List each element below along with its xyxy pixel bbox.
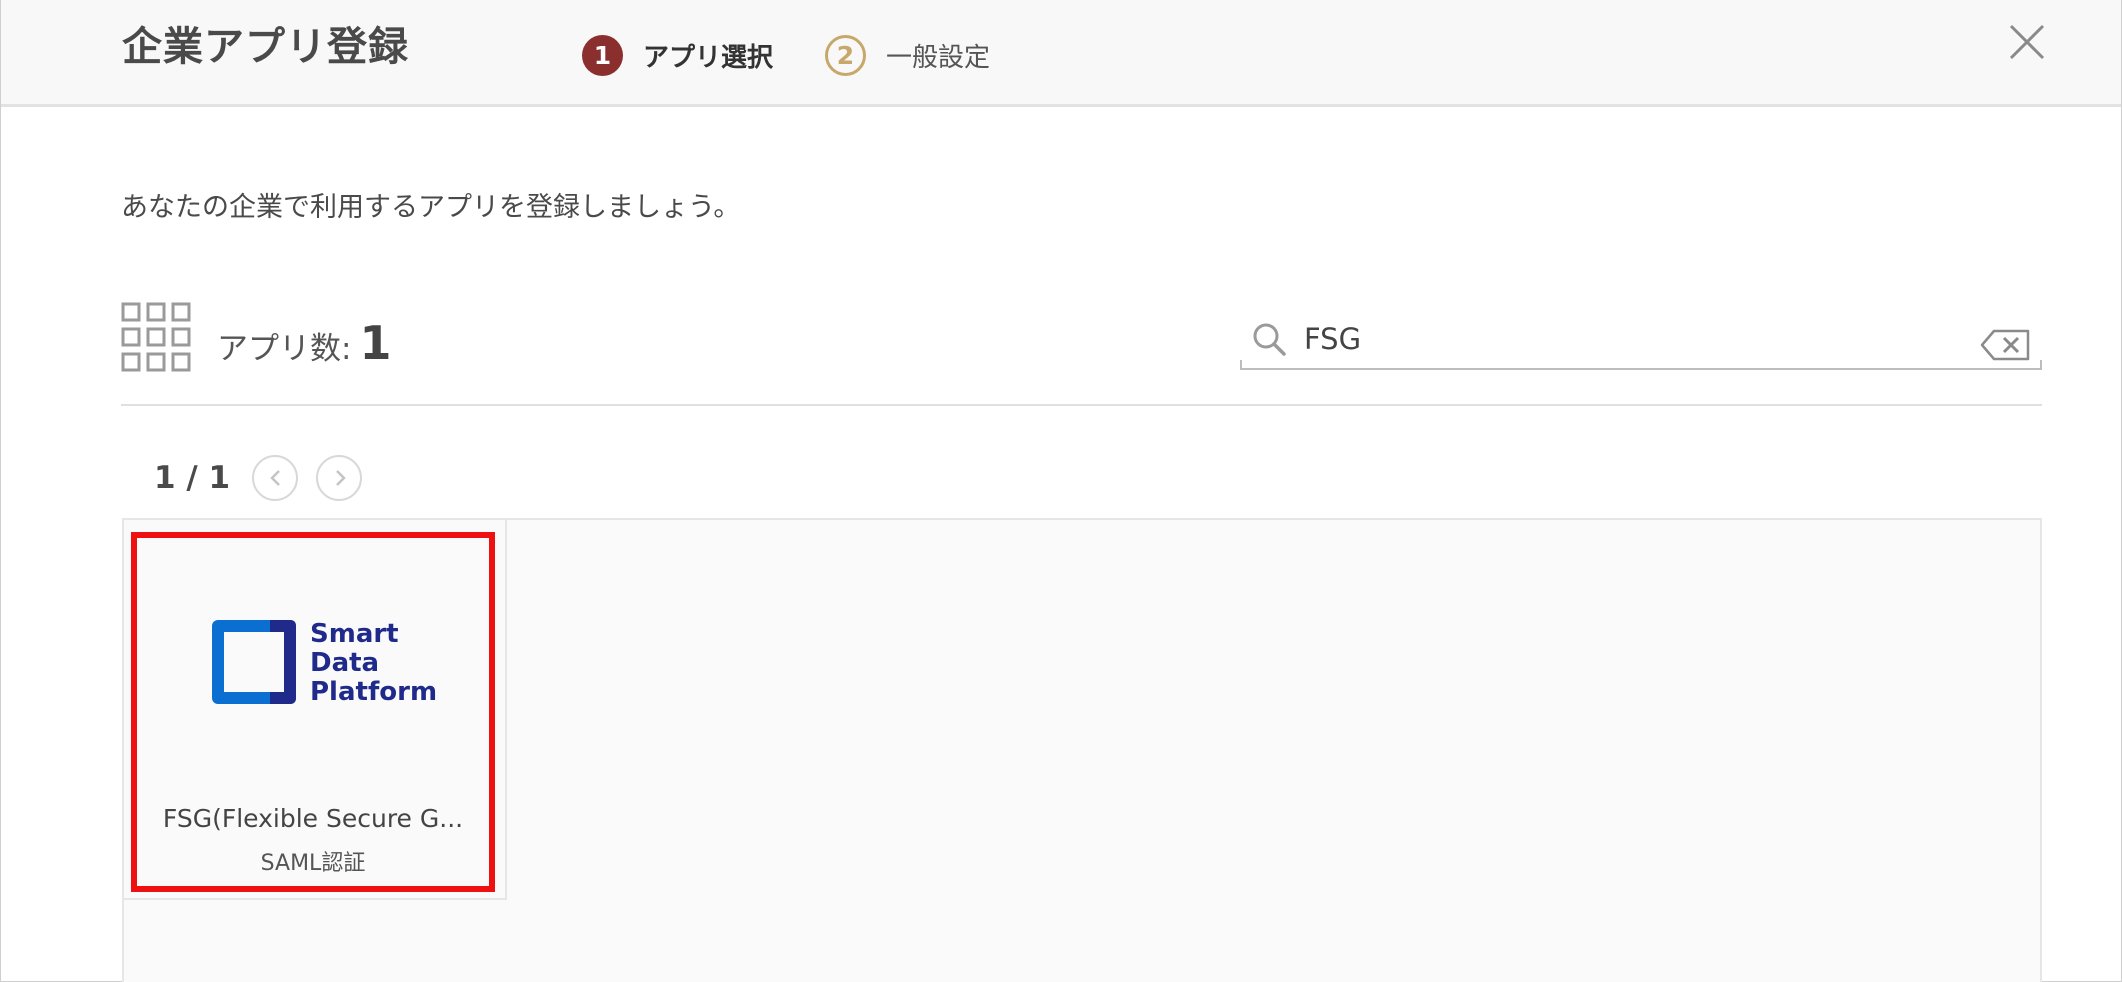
step-general-settings: 2 一般設定 — [825, 34, 990, 76]
chevron-left-icon — [270, 470, 280, 486]
step-label: アプリ選択 — [643, 42, 774, 73]
app-auth-type: SAML認証 — [260, 851, 366, 876]
logo-text-line: Platform — [310, 677, 438, 707]
step-number-badge: 2 — [825, 34, 866, 76]
step-app-select: 1 アプリ選択 — [582, 34, 773, 76]
app-count-label: アプリ数: — [217, 331, 352, 367]
logo-text-line: Data — [310, 648, 380, 678]
modal-header: 企業アプリ登録 1 アプリ選択 2 一般設定 — [1, 0, 2121, 107]
divider — [121, 404, 2042, 406]
app-count: アプリ数: 1 — [217, 316, 391, 370]
previous-page-button[interactable] — [252, 455, 298, 501]
chevron-right-icon — [336, 470, 346, 486]
clear-input-icon — [1980, 329, 2030, 361]
next-page-button[interactable] — [316, 455, 362, 501]
step-label: 一般設定 — [886, 42, 991, 73]
logo-text-line: Smart — [310, 619, 399, 649]
grid-icon — [121, 302, 191, 372]
logo-wordmark: Smart Data Platform — [310, 620, 437, 707]
intro-text: あなたの企業で利用するアプリを登録しましょう。 — [121, 192, 741, 223]
search-input[interactable] — [1304, 318, 1944, 360]
pagination-text: 1 / 1 — [154, 460, 231, 496]
close-icon — [2009, 24, 2045, 60]
step-number-badge: 1 — [582, 34, 623, 76]
search-box — [1240, 312, 2042, 370]
app-count-value: 1 — [359, 316, 392, 370]
close-button[interactable] — [2007, 20, 2047, 64]
page-title: 企業アプリ登録 — [122, 24, 409, 70]
clear-search-button[interactable] — [1980, 328, 2032, 362]
search-icon — [1253, 323, 1286, 356]
app-name: FSG(Flexible Secure G... — [162, 804, 464, 833]
